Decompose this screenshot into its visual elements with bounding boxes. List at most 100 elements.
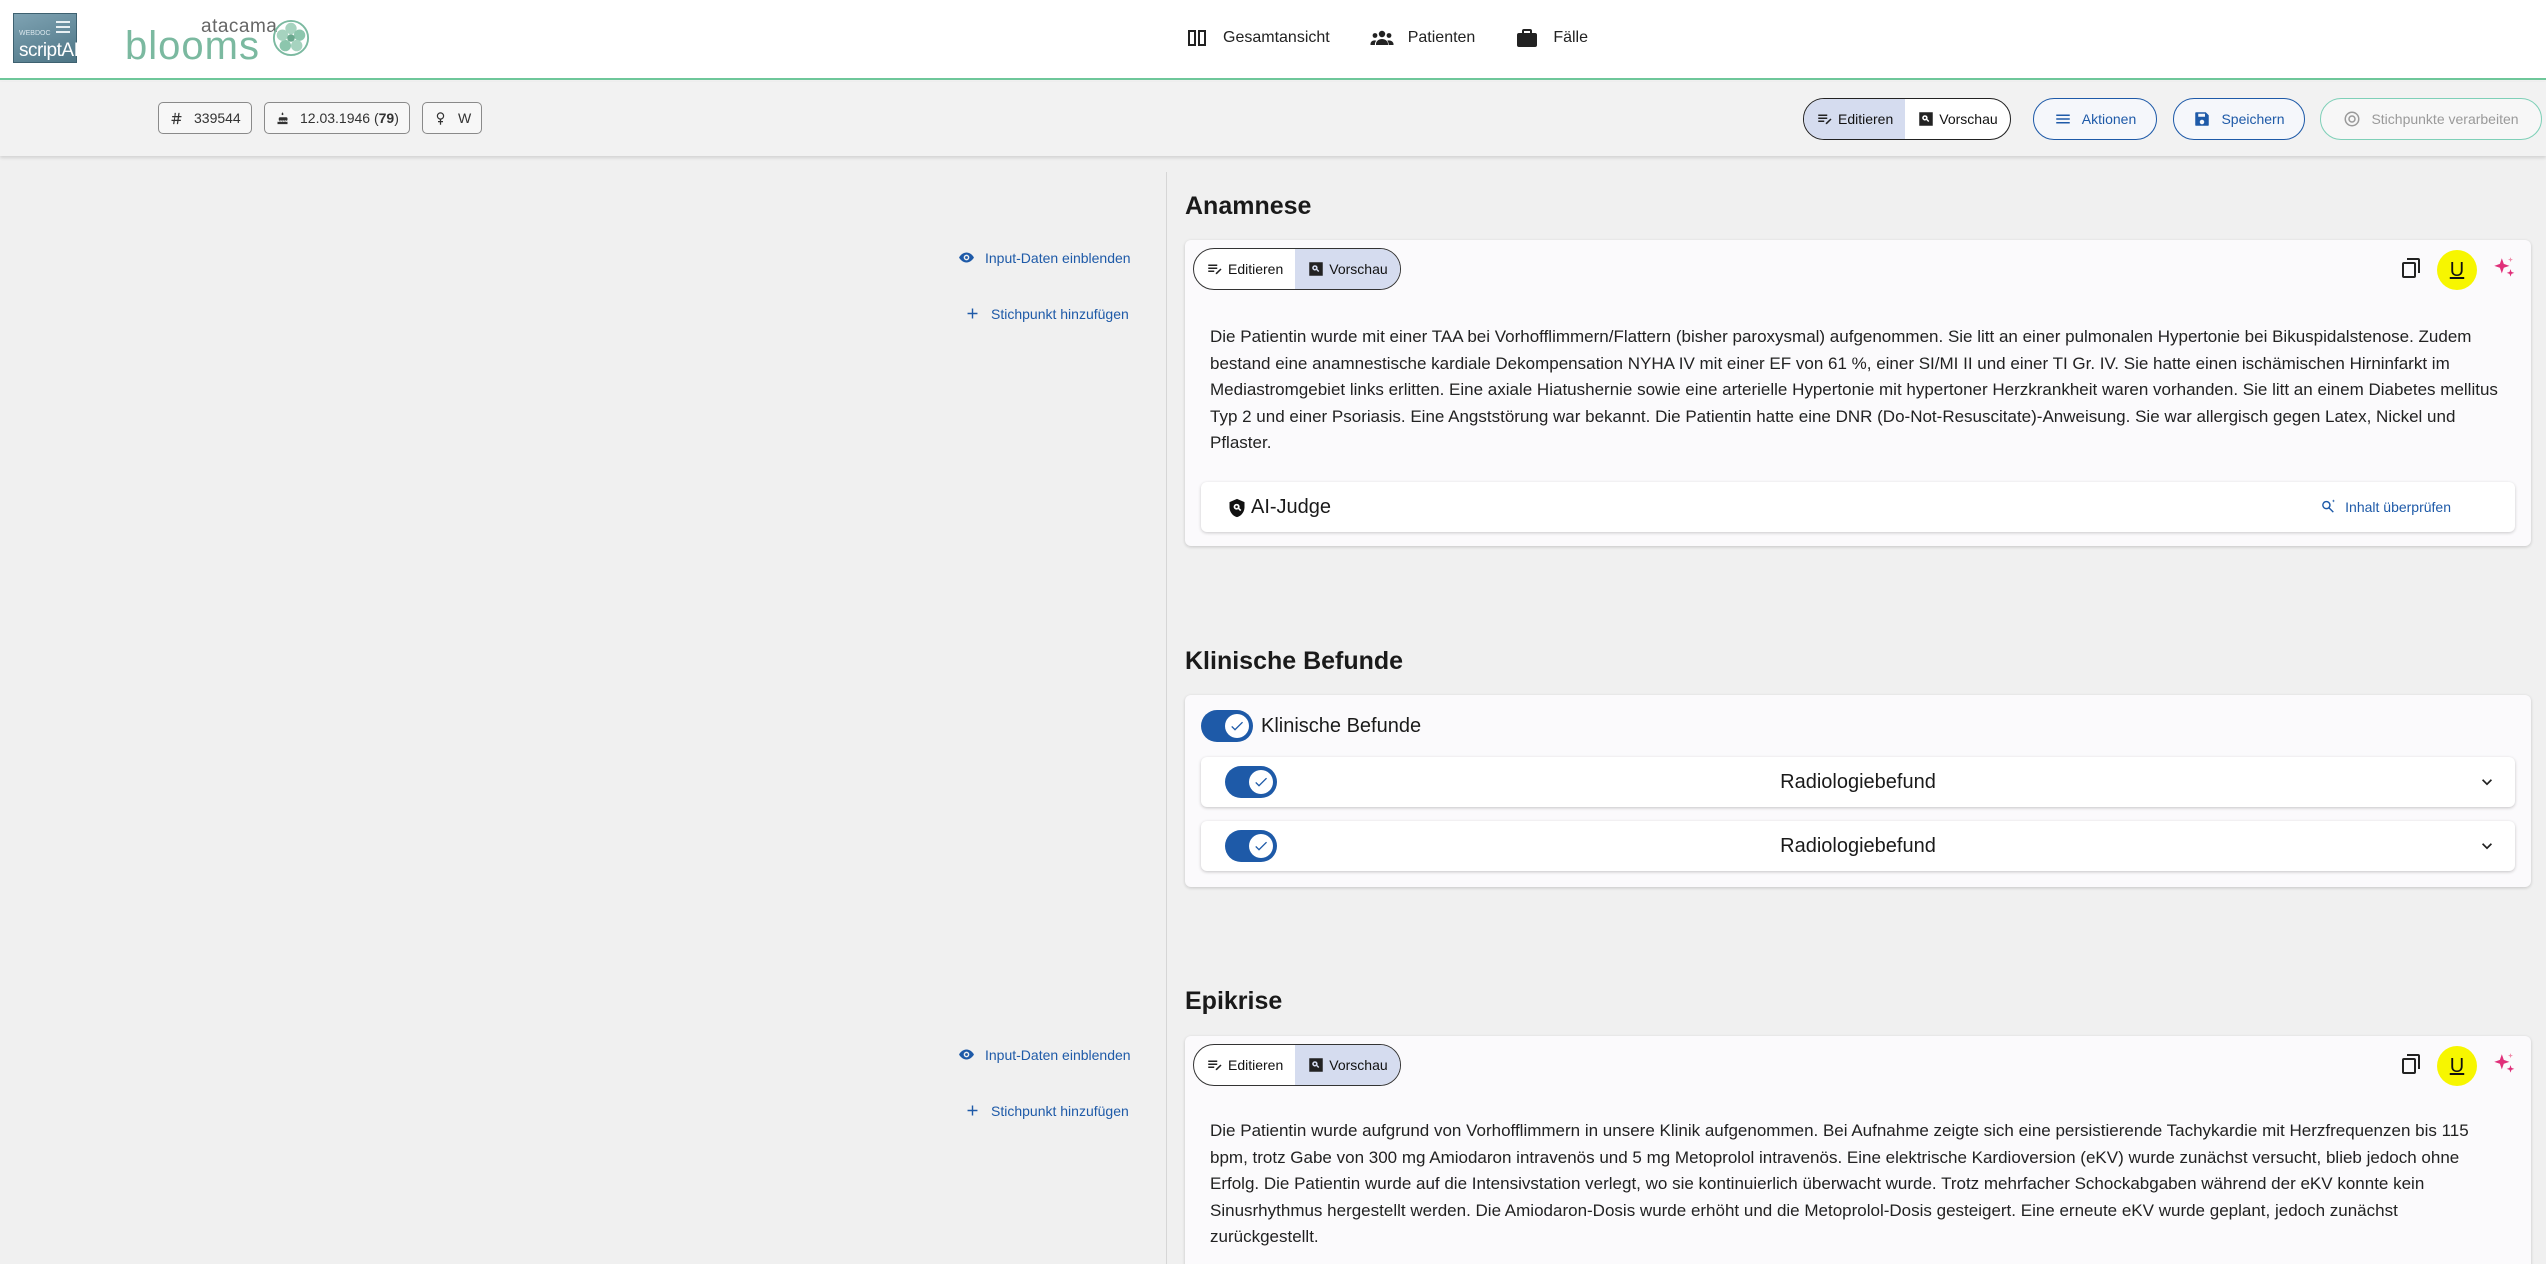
- save-disk-icon: [2195, 112, 2210, 126]
- befunde-row-label: Radiologiebefund: [1780, 771, 1936, 793]
- anamnese-card: Editieren Vorschau U Die Patientin wurde…: [1185, 240, 2531, 546]
- nav-item-label: Patienten: [1407, 29, 1476, 46]
- toggle-knob: [1225, 714, 1249, 738]
- epikrise-text: Die Patientin wurde aufgrund von Vorhoff…: [1210, 1121, 2469, 1246]
- people-icon: [1370, 30, 1394, 45]
- check-content-button[interactable]: Inhalt überprüfen: [2320, 498, 2451, 515]
- scriptai-logo[interactable]: WEBDOC scriptAI: [13, 13, 79, 63]
- patient-sex-chip: W: [422, 102, 483, 134]
- show-input-data-label: Input-Daten einblenden: [985, 1046, 1131, 1063]
- section-title-anamnese: Anamnese: [1185, 192, 1312, 220]
- show-input-data-link[interactable]: Input-Daten einblenden: [958, 249, 1131, 266]
- anamnese-view-toggle: Editieren Vorschau: [1193, 248, 1401, 290]
- preview-search-icon: [1309, 1058, 1324, 1072]
- column-divider: [1166, 172, 1167, 1264]
- patient-id-chip: 339544: [158, 102, 252, 134]
- actions-button[interactable]: Aktionen: [2033, 98, 2157, 140]
- process-points-button[interactable]: Stichpunkte verarbeiten: [2320, 98, 2542, 140]
- menu-lines-icon: [56, 21, 70, 36]
- befunde-main-toggle[interactable]: [1201, 710, 1253, 742]
- nav-item-faelle[interactable]: Fälle: [1515, 26, 1588, 50]
- copy-button[interactable]: [2399, 256, 2423, 285]
- edit-notes-icon: [1818, 114, 1832, 125]
- hash-icon: [171, 112, 182, 124]
- edit-mode-label: Editieren: [1838, 111, 1894, 127]
- menu-icon: [2056, 114, 2070, 124]
- underline-icon: U: [2449, 258, 2465, 281]
- atacama-blooms-logo: atacama blooms: [125, 12, 325, 68]
- flower-logo-icon: [272, 19, 310, 57]
- befunde-row[interactable]: Radiologiebefund: [1201, 757, 2515, 807]
- case-toolbar: 339544 12.03.1946 (79) W Editieren Vorsc…: [0, 82, 2546, 156]
- expand-button[interactable]: [2477, 836, 2497, 856]
- briefcase-icon: [1517, 29, 1538, 47]
- patient-sex: W: [458, 110, 472, 126]
- eye-icon: [959, 1049, 974, 1060]
- save-button[interactable]: Speichern: [2173, 98, 2305, 140]
- section-title-befunde: Klinische Befunde: [1185, 647, 1404, 675]
- preview-search-icon: [1309, 262, 1324, 276]
- epikrise-card: Editieren Vorschau U Die Patientin wurde…: [1185, 1036, 2531, 1264]
- columns-icon: [1188, 30, 1206, 46]
- befunde-main-label: Klinische Befunde: [1261, 714, 1422, 737]
- patient-age: 79: [378, 110, 395, 126]
- befunde-card: Klinische Befunde Radiologiebefund Radio…: [1185, 695, 2531, 887]
- befunde-row[interactable]: Radiologiebefund: [1201, 821, 2515, 871]
- scriptai-logo-small-text: WEBDOC: [19, 30, 51, 37]
- add-point-label: Stichpunkt hinzufügen: [991, 305, 1129, 322]
- actions-label: Aktionen: [2081, 111, 2137, 127]
- edit-notes-icon: [1208, 264, 1222, 275]
- befunde-main-toggle-row: Klinische Befunde: [1201, 710, 1421, 742]
- ai-sparkle-button[interactable]: [2491, 255, 2517, 286]
- ai-sparkle-button[interactable]: [2491, 1051, 2517, 1082]
- cake-icon: [277, 111, 288, 124]
- blooms-logo-text: blooms: [125, 24, 260, 68]
- check-content-label: Inhalt überprüfen: [2345, 498, 2451, 515]
- epikrise-edit-button[interactable]: Editieren: [1194, 1045, 1295, 1085]
- add-point-link[interactable]: Stichpunkt hinzufügen: [964, 1102, 1129, 1119]
- view-mode-toggle: Editieren Vorschau: [1803, 98, 2011, 140]
- nav-item-gesamtansicht[interactable]: Gesamtansicht: [1185, 26, 1330, 50]
- anamnese-preview-button[interactable]: Vorschau: [1295, 249, 1400, 289]
- copy-icon: [2402, 1053, 2420, 1074]
- nav-item-label: Fälle: [1553, 29, 1589, 46]
- anamnese-preview-label: Vorschau: [1329, 261, 1388, 277]
- expand-button[interactable]: [2477, 772, 2497, 792]
- anamnese-edit-label: Editieren: [1228, 261, 1284, 277]
- check-sparkle-icon: [2322, 499, 2336, 513]
- main-navigation: Gesamtansicht Patienten Fälle: [1185, 0, 1588, 76]
- nav-item-label: Gesamtansicht: [1223, 29, 1330, 46]
- process-points-label: Stichpunkte verarbeiten: [2371, 111, 2519, 127]
- anamnese-tools: U: [2399, 250, 2517, 290]
- epikrise-edit-label: Editieren: [1228, 1057, 1284, 1073]
- copy-button[interactable]: [2399, 1052, 2423, 1081]
- preview-mode-button[interactable]: Vorschau: [1905, 99, 2009, 139]
- female-icon: [436, 111, 445, 125]
- nav-item-patienten[interactable]: Patienten: [1370, 26, 1476, 50]
- add-point-link[interactable]: Stichpunkt hinzufügen: [964, 305, 1129, 322]
- shield-search-icon: [1229, 498, 1245, 517]
- patient-birthdate-text: 12.03.1946 (79): [300, 110, 399, 126]
- underline-button[interactable]: U: [2437, 250, 2477, 290]
- edit-mode-button[interactable]: Editieren: [1804, 99, 1906, 139]
- preview-search-icon: [1919, 112, 1934, 126]
- anamnese-edit-button[interactable]: Editieren: [1194, 249, 1295, 289]
- plus-icon: [967, 1105, 978, 1116]
- scriptai-logo-text: scriptAI: [19, 40, 79, 61]
- show-input-data-link[interactable]: Input-Daten einblenden: [958, 1046, 1131, 1063]
- eye-icon: [959, 252, 974, 263]
- underline-icon: U: [2449, 1054, 2465, 1077]
- patient-birthdate-chip: 12.03.1946 (79): [264, 102, 410, 134]
- patient-birthdate: 12.03.1946: [300, 110, 371, 126]
- underline-button[interactable]: U: [2437, 1046, 2477, 1086]
- save-label: Speichern: [2221, 111, 2285, 127]
- epikrise-preview-button[interactable]: Vorschau: [1295, 1045, 1400, 1085]
- epikrise-preview-label: Vorschau: [1329, 1057, 1388, 1073]
- patient-id: 339544: [194, 110, 241, 126]
- process-icon: [2344, 111, 2360, 127]
- chevron-down-icon: [2482, 843, 2492, 850]
- anamnese-text: Die Patientin wurde mit einer TAA bei Vo…: [1210, 327, 2498, 452]
- ai-judge-panel: AI-Judge Inhalt überprüfen: [1201, 482, 2515, 532]
- top-navigation-bar: WEBDOC scriptAI atacama blooms Gesamtans…: [0, 0, 2546, 80]
- epikrise-view-toggle: Editieren Vorschau: [1193, 1044, 1401, 1086]
